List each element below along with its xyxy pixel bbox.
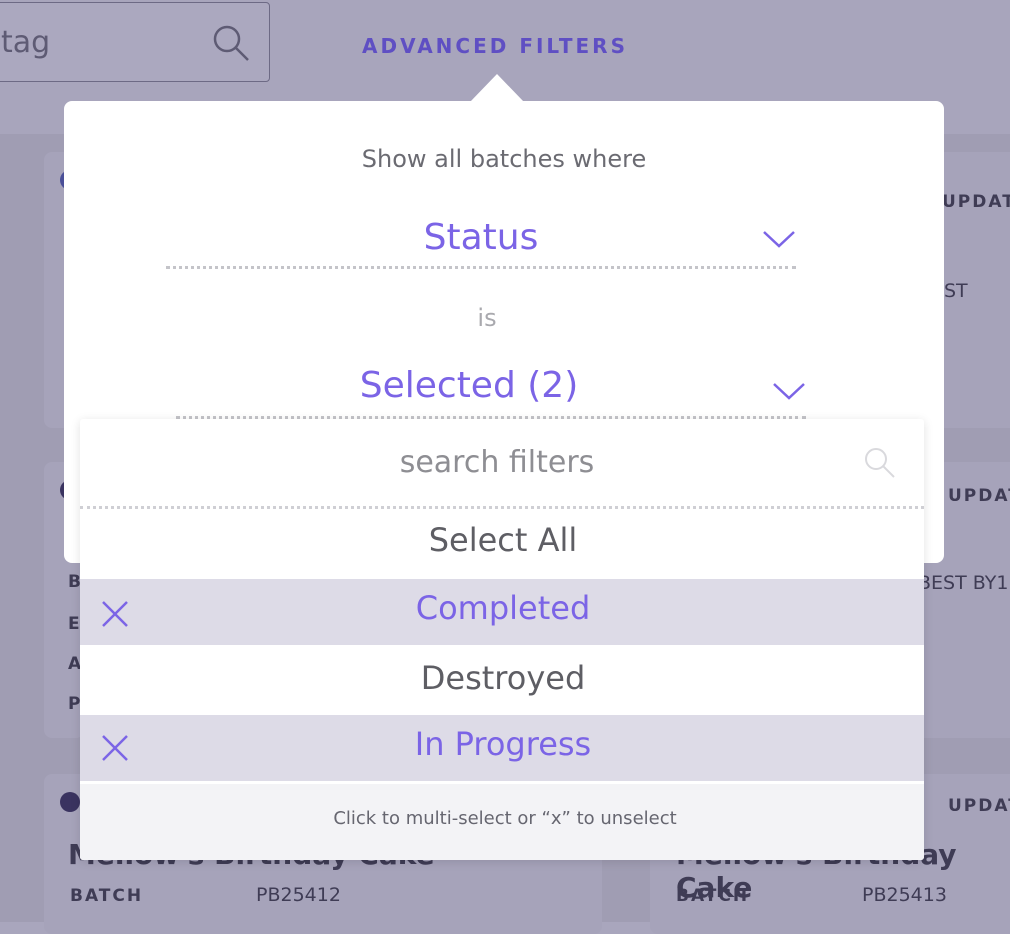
card-value: BEST BY1	[918, 572, 1009, 594]
search-icon[interactable]	[862, 445, 896, 479]
option-label: Completed	[415, 589, 591, 627]
chevron-down-icon[interactable]	[762, 229, 796, 249]
field-select-underline	[166, 266, 796, 269]
value-select-label: Selected (2)	[359, 365, 579, 406]
batch-value: PB25413	[862, 884, 947, 906]
tag-search-value: tag	[1, 25, 51, 60]
batch-value: PB25412	[256, 884, 341, 906]
chevron-down-icon[interactable]	[772, 381, 806, 401]
select-all-option[interactable]: Select All	[80, 511, 924, 575]
multi-select-hint: Click to multi-select or “x” to unselect	[333, 808, 677, 829]
value-select[interactable]: Selected (2)	[176, 359, 806, 419]
field-select[interactable]: Status	[166, 209, 796, 269]
tag-search-input[interactable]: tag	[0, 2, 270, 82]
updated-label: UPDATE	[942, 192, 1010, 212]
filter-search-underline	[80, 506, 924, 509]
updated-label: UPDAT	[948, 486, 1010, 506]
advanced-filters-link[interactable]: ADVANCED FILTERS	[362, 34, 628, 58]
field-select-value: Status	[423, 217, 539, 258]
select-all-label: Select All	[428, 521, 578, 559]
card-value: ST	[944, 280, 968, 302]
status-dot	[60, 792, 80, 812]
popover-heading: Show all batches where	[361, 145, 647, 173]
option-label: In Progress	[414, 725, 592, 763]
option-in-progress[interactable]: In Progress	[80, 715, 924, 781]
option-label: Destroyed	[420, 659, 586, 697]
search-icon[interactable]	[211, 23, 251, 63]
filter-search-placeholder: search filters	[399, 445, 595, 480]
operator-text: is	[477, 304, 497, 332]
filter-search-input[interactable]: search filters	[80, 419, 924, 509]
batch-label: BATCH	[676, 886, 750, 906]
status-options-dropdown: search filters Select All Completed Dest…	[80, 419, 924, 860]
batch-label: BATCH	[70, 886, 144, 906]
popover-caret	[470, 74, 524, 102]
option-destroyed[interactable]: Destroyed	[80, 647, 924, 713]
option-completed[interactable]: Completed	[80, 579, 924, 645]
updated-label: UPDAT	[948, 796, 1010, 816]
dropdown-footer: Click to multi-select or “x” to unselect	[80, 784, 924, 860]
